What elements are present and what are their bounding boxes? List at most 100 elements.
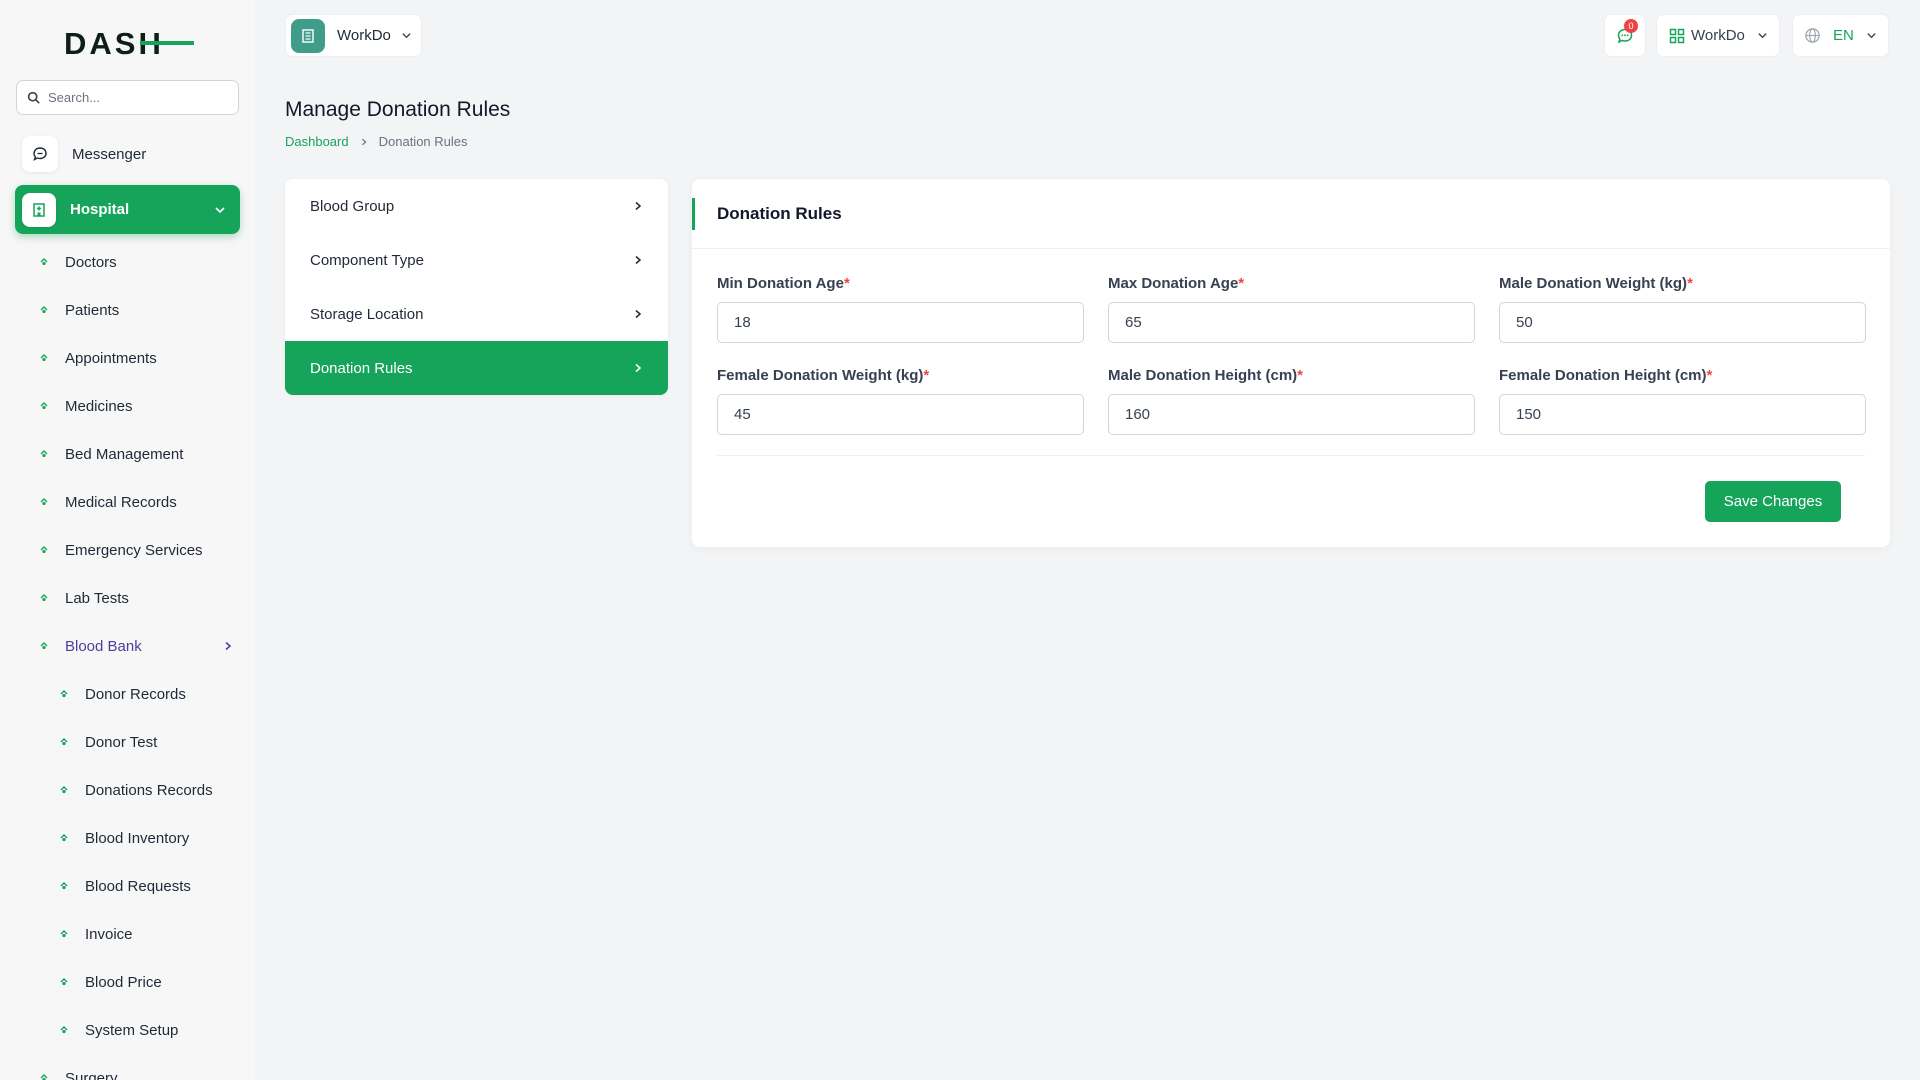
donation-rules-card: Donation Rules Min Donation Age* Max Don… (692, 179, 1890, 547)
min-donation-age-field: Min Donation Age* (717, 275, 1084, 343)
sidebar-item-surgery[interactable]: Surgery (0, 1054, 255, 1080)
workspace-label: WorkDo (337, 27, 391, 44)
sidebar-item-label: Blood Inventory (85, 829, 190, 847)
sidebar-item-blood-bank[interactable]: Blood Bank (0, 622, 255, 670)
sidebar-item-label: Medicines (65, 397, 133, 415)
sidebar-item-label: Patients (65, 301, 120, 319)
bullet-icon (38, 448, 50, 460)
save-changes-button[interactable]: Save Changes (1705, 481, 1841, 522)
menu-item-label: Storage Location (310, 305, 424, 323)
company-label: WorkDo (1691, 27, 1745, 44)
sidebar-item-label: Hospital (70, 201, 130, 218)
messenger-icon (22, 136, 58, 172)
sidebar-item-donor-records[interactable]: Donor Records (0, 670, 255, 718)
field-label: Female Donation Weight (kg)* (717, 367, 930, 384)
sidebar-item-emergency-services[interactable]: Emergency Services (0, 526, 255, 574)
card-header: Donation Rules (692, 179, 1890, 249)
male-donation-height-input[interactable] (1108, 394, 1475, 435)
sidebar-item-label: Emergency Services (65, 541, 203, 559)
female-donation-height-input[interactable] (1499, 394, 1866, 435)
settings-menu: Blood Group Component Type Storage Locat… (285, 179, 668, 395)
sidebar-item-label: System Setup (85, 1021, 179, 1039)
menu-item-label: Blood Group (310, 197, 395, 215)
required-mark: * (1238, 275, 1245, 292)
search-icon (27, 91, 40, 104)
donation-rules-form: Min Donation Age* Max Donation Age* Male… (717, 275, 1866, 435)
notification-badge: 0 (1624, 19, 1638, 33)
chevron-down-icon (215, 206, 225, 213)
female-donation-height-field: Female Donation Height (cm)* (1499, 367, 1866, 435)
sidebar-item-donor-test[interactable]: Donor Test (0, 718, 255, 766)
bullet-icon (38, 256, 50, 268)
male-donation-weight-field: Male Donation Weight (kg)* (1499, 275, 1866, 343)
menu-item-storage-location[interactable]: Storage Location (285, 287, 668, 341)
chevron-down-icon (402, 33, 411, 39)
bullet-icon (58, 736, 70, 748)
menu-item-donation-rules[interactable]: Donation Rules (285, 341, 668, 395)
field-label: Male Donation Weight (kg)* (1499, 275, 1693, 292)
field-label: Max Donation Age* (1108, 275, 1245, 292)
sidebar-item-label: Surgery (65, 1069, 118, 1080)
language-label: EN (1833, 27, 1854, 44)
sidebar-item-label: Donor Records (85, 685, 186, 703)
sidebar-item-doctors[interactable]: Doctors (0, 238, 255, 286)
page-title: Manage Donation Rules (285, 98, 511, 121)
workspace-switcher[interactable]: WorkDo (285, 14, 422, 57)
bullet-icon (38, 304, 50, 316)
breadcrumb-dashboard-link[interactable]: Dashboard (285, 134, 349, 149)
sidebar-item-patients[interactable]: Patients (0, 286, 255, 334)
male-donation-weight-input[interactable] (1499, 302, 1866, 343)
chevron-right-icon (635, 363, 642, 373)
chevron-right-icon (635, 255, 642, 265)
required-mark: * (843, 275, 850, 292)
language-switcher[interactable]: EN (1792, 14, 1889, 57)
bullet-icon (38, 352, 50, 364)
sidebar-search[interactable] (16, 80, 239, 115)
sidebar-item-label: Medical Records (65, 493, 177, 511)
sidebar-item-label: Donations Records (85, 781, 213, 799)
min-donation-age-input[interactable] (717, 302, 1084, 343)
sidebar-item-medical-records[interactable]: Medical Records (0, 478, 255, 526)
sidebar-item-invoice[interactable]: Invoice (0, 910, 255, 958)
bullet-icon (58, 688, 70, 700)
sidebar-item-medicines[interactable]: Medicines (0, 382, 255, 430)
sidebar-item-blood-price[interactable]: Blood Price (0, 958, 255, 1006)
sidebar-item-lab-tests[interactable]: Lab Tests (0, 574, 255, 622)
hospital-icon (22, 192, 56, 227)
menu-item-component-type[interactable]: Component Type (285, 233, 668, 287)
sidebar-item-messenger[interactable]: Messenger (16, 133, 239, 175)
sidebar-item-system-setup[interactable]: System Setup (0, 1006, 255, 1054)
required-mark: * (1687, 275, 1693, 292)
max-donation-age-input[interactable] (1108, 302, 1475, 343)
sidebar-item-blood-requests[interactable]: Blood Requests (0, 862, 255, 910)
menu-item-label: Donation Rules (310, 359, 413, 377)
chevron-right-icon (360, 138, 368, 146)
sidebar: DASH Messenger Hospital (0, 0, 255, 1080)
sidebar-item-blood-inventory[interactable]: Blood Inventory (0, 814, 255, 862)
menu-item-label: Component Type (310, 251, 424, 269)
max-donation-age-field: Max Donation Age* (1108, 275, 1475, 343)
bullet-icon (58, 880, 70, 892)
search-input[interactable] (48, 90, 228, 105)
field-label: Male Donation Height (cm)* (1108, 367, 1304, 384)
sidebar-item-label: Blood Price (85, 973, 162, 991)
menu-item-blood-group[interactable]: Blood Group (285, 179, 668, 233)
sidebar-item-label: Blood Bank (65, 637, 142, 655)
dash-logo[interactable]: DASH (64, 26, 194, 60)
chevron-right-icon (635, 309, 642, 319)
female-donation-weight-input[interactable] (717, 394, 1084, 435)
bullet-icon (38, 496, 50, 508)
notifications-button[interactable]: 0 (1604, 14, 1646, 57)
workspace-building-icon (291, 18, 325, 53)
field-label: Female Donation Height (cm)* (1499, 367, 1713, 384)
chevron-down-icon (1867, 33, 1876, 39)
sidebar-item-appointments[interactable]: Appointments (0, 334, 255, 382)
sidebar-item-label: Invoice (85, 925, 133, 943)
company-switcher[interactable]: WorkDo (1656, 14, 1780, 57)
divider (717, 455, 1865, 456)
sidebar-item-donations-records[interactable]: Donations Records (0, 766, 255, 814)
sidebar-item-bed-management[interactable]: Bed Management (0, 430, 255, 478)
sidebar-item-label: Appointments (65, 349, 157, 367)
hospital-submenu: Doctors Patients Appointments Medicines … (0, 238, 255, 1080)
sidebar-item-hospital[interactable]: Hospital (15, 185, 240, 234)
